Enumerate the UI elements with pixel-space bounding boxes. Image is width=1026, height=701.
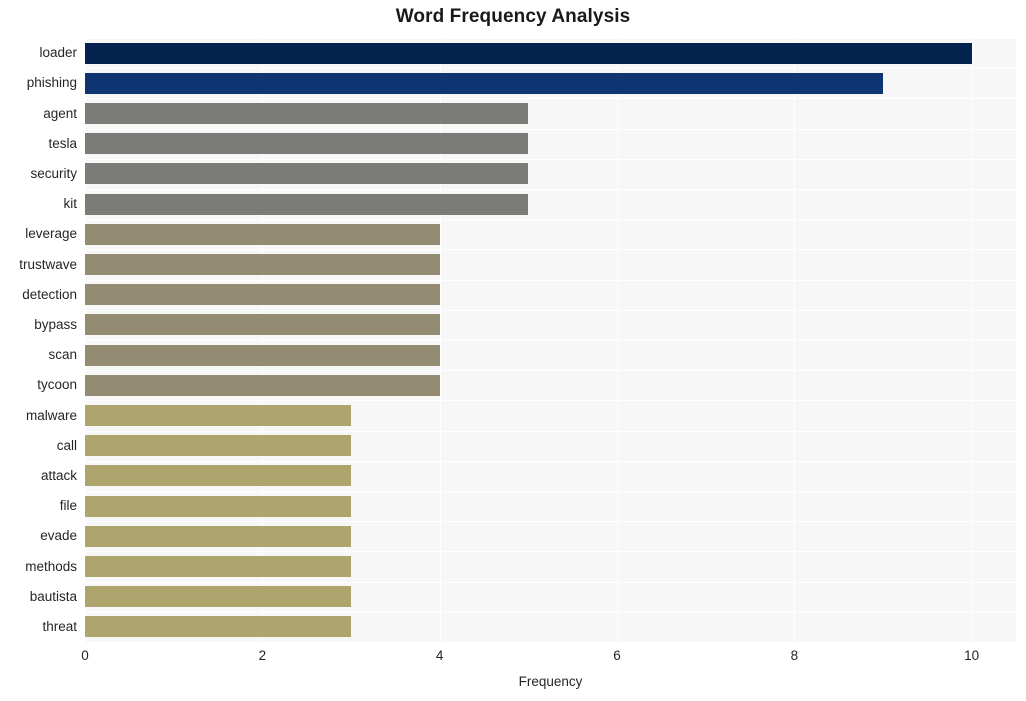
x-axis-title: Frequency bbox=[518, 674, 583, 689]
horizontal-gridline bbox=[85, 521, 1016, 522]
y-axis-label-bautista: bautista bbox=[29, 588, 77, 604]
bar-agent[interactable] bbox=[85, 103, 529, 124]
y-axis-label-loader: loader bbox=[39, 45, 77, 61]
y-axis-label-scan: scan bbox=[48, 347, 77, 363]
y-axis-label-file: file bbox=[59, 498, 77, 514]
bar-call[interactable] bbox=[85, 435, 351, 457]
horizontal-gridline bbox=[85, 400, 1016, 401]
horizontal-gridline bbox=[85, 340, 1016, 341]
y-axis-label-detection: detection bbox=[22, 286, 77, 302]
y-axis-label-phishing: phishing bbox=[26, 75, 77, 91]
y-axis-label-agent: agent bbox=[43, 105, 77, 121]
x-axis-label-8: 8 bbox=[790, 648, 799, 663]
bar-malware[interactable] bbox=[85, 405, 351, 426]
bar-evade[interactable] bbox=[85, 525, 351, 547]
bar-tesla[interactable] bbox=[85, 133, 529, 155]
horizontal-gridline bbox=[85, 431, 1016, 432]
x-axis-label-6: 6 bbox=[613, 648, 621, 663]
y-axis-label-malware: malware bbox=[25, 407, 77, 423]
horizontal-gridline bbox=[85, 612, 1016, 613]
horizontal-gridline bbox=[85, 582, 1016, 583]
y-axis-label-tesla: tesla bbox=[48, 135, 77, 151]
horizontal-gridline bbox=[85, 310, 1016, 311]
bar-leverage[interactable] bbox=[85, 223, 440, 245]
plot-area bbox=[85, 38, 1016, 642]
y-axis-label-call: call bbox=[56, 437, 77, 453]
bar-bypass[interactable] bbox=[85, 314, 440, 336]
horizontal-gridline bbox=[85, 98, 1016, 99]
horizontal-gridline bbox=[85, 370, 1016, 371]
bar-attack[interactable] bbox=[85, 465, 351, 487]
bar-trustwave[interactable] bbox=[85, 254, 440, 275]
bar-phishing[interactable] bbox=[85, 72, 883, 94]
bar-bautista[interactable] bbox=[85, 586, 351, 608]
y-axis-tick-labels: loader phishing agent tesla security kit lever… bbox=[0, 38, 77, 642]
y-axis-label-attack: attack bbox=[40, 467, 77, 483]
horizontal-gridline bbox=[85, 461, 1016, 462]
bar-methods[interactable] bbox=[85, 556, 351, 577]
x-axis-tick-labels: 0 2 4 6 8 10 bbox=[0, 648, 1026, 668]
horizontal-gridline bbox=[85, 280, 1016, 281]
x-axis-label-0: 0 bbox=[81, 648, 89, 663]
y-axis-label-methods: methods bbox=[25, 558, 77, 574]
horizontal-gridline bbox=[85, 159, 1016, 160]
horizontal-gridline bbox=[85, 491, 1016, 492]
x-axis-label-10: 10 bbox=[964, 648, 980, 663]
y-axis-label-threat: threat bbox=[42, 618, 77, 634]
horizontal-gridline bbox=[85, 38, 1016, 39]
horizontal-gridline bbox=[85, 219, 1016, 220]
y-axis-label-leverage: leverage bbox=[25, 226, 77, 242]
bar-scan[interactable] bbox=[85, 344, 440, 366]
horizontal-gridline bbox=[85, 129, 1016, 130]
horizontal-gridline bbox=[85, 249, 1016, 250]
bar-detection[interactable] bbox=[85, 284, 440, 306]
bar-security[interactable] bbox=[85, 163, 529, 185]
horizontal-gridline bbox=[85, 68, 1016, 69]
y-axis-label-evade: evade bbox=[40, 528, 77, 544]
x-axis-label-2: 2 bbox=[258, 648, 267, 663]
y-axis-label-trustwave: trustwave bbox=[19, 256, 77, 272]
chart-figure: Word Frequency Analysis loader phishing ag… bbox=[0, 0, 1026, 701]
bar-threat[interactable] bbox=[85, 616, 351, 638]
bar-kit[interactable] bbox=[85, 193, 529, 215]
y-axis-label-tycoon: tycoon bbox=[37, 377, 77, 393]
y-axis-label-kit: kit bbox=[63, 196, 78, 212]
horizontal-gridline bbox=[85, 551, 1016, 552]
x-axis-label-4: 4 bbox=[435, 648, 444, 663]
y-axis-label-bypass: bypass bbox=[34, 316, 77, 332]
chart-title: Word Frequency Analysis bbox=[395, 6, 631, 27]
bar-tycoon[interactable] bbox=[85, 374, 440, 396]
bar-file[interactable] bbox=[85, 495, 351, 517]
y-axis-label-security: security bbox=[30, 165, 77, 181]
horizontal-gridline bbox=[85, 189, 1016, 190]
bar-loader[interactable] bbox=[85, 42, 972, 64]
